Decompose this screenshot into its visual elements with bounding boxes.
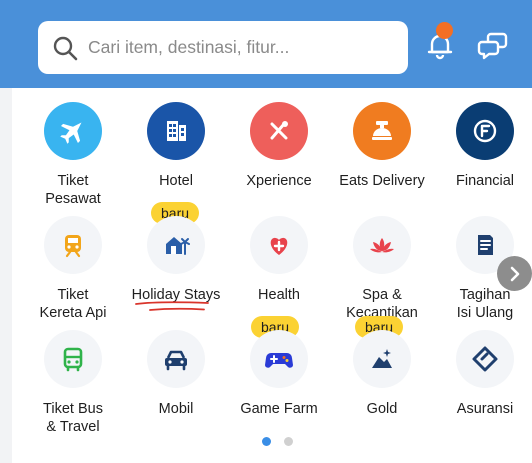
menu-item-health[interactable]: Health (227, 216, 331, 304)
menu-item-hotel[interactable]: Hotel (124, 102, 228, 190)
menu-item-asuransi[interactable]: Asuransi (433, 330, 532, 418)
insurance-icon (456, 330, 514, 388)
red-underline-annotation (135, 301, 209, 311)
menu-item-financial[interactable]: Financial (433, 102, 532, 190)
page-indicator-active[interactable] (262, 437, 271, 446)
menu-item-label: Eats Delivery (339, 173, 425, 189)
menu-item-label: Xperience (246, 173, 312, 189)
train-icon (44, 216, 102, 274)
villa-icon (147, 216, 205, 274)
menu-item-mobil[interactable]: Mobil (124, 330, 228, 418)
menu-item-label: Tiket Kereta Api (39, 287, 107, 321)
airplane-icon (44, 102, 102, 160)
search-bar[interactable]: Cari item, destinasi, fitur... (38, 21, 408, 74)
menu-item-gold[interactable]: Gold (330, 330, 434, 418)
menu-item-game-farm[interactable]: Game Farm (227, 330, 331, 418)
financial-icon (456, 102, 514, 160)
chat-icon[interactable] (477, 28, 511, 62)
menu-item-tiket-bus-travel[interactable]: Tiket Bus & Travel (21, 330, 125, 436)
chevron-right-icon (510, 266, 519, 281)
page-indicator-inactive[interactable] (284, 437, 293, 446)
menu-item-tiket-pesawat[interactable]: Tiket Pesawat (21, 102, 125, 208)
car-icon (147, 330, 205, 388)
menu-item-label: Game Farm (240, 401, 318, 417)
menu-item-xperience[interactable]: Xperience (227, 102, 331, 190)
menu-item-label: Tiket Pesawat (45, 173, 101, 207)
search-icon (53, 36, 78, 60)
menu-item-label: Asuransi (456, 401, 514, 417)
menu-item-label: Financial (455, 173, 515, 189)
menu-item-label: Mobil (158, 401, 194, 417)
gold-icon (353, 330, 411, 388)
menu-item-eats-delivery[interactable]: Eats Delivery (330, 102, 434, 190)
gamepad-icon (250, 330, 308, 388)
menu-item-spa-kecantikan[interactable]: Spa & Kecantikan (330, 216, 434, 322)
menu-item-holiday-stays[interactable]: Holiday Stays (124, 216, 228, 304)
menu-item-label: Gold (366, 401, 398, 417)
food-tray-icon (353, 102, 411, 160)
menu-item-label: Tagihan Isi Ulang (456, 287, 514, 321)
menu-item-label: Health (258, 287, 300, 303)
health-icon (250, 216, 308, 274)
hotel-icon (147, 102, 205, 160)
menu-item-tiket-kereta-api[interactable]: Tiket Kereta Api (21, 216, 125, 322)
menu-item-label: Hotel (159, 173, 193, 189)
xperience-icon (250, 102, 308, 160)
top-header: Cari item, destinasi, fitur... (0, 0, 532, 88)
search-placeholder: Cari item, destinasi, fitur... (88, 37, 290, 57)
notification-badge (436, 22, 453, 39)
bus-icon (44, 330, 102, 388)
scroll-right-button[interactable] (497, 256, 532, 291)
menu-item-label: Tiket Bus & Travel (43, 401, 103, 435)
lotus-icon (353, 216, 411, 274)
